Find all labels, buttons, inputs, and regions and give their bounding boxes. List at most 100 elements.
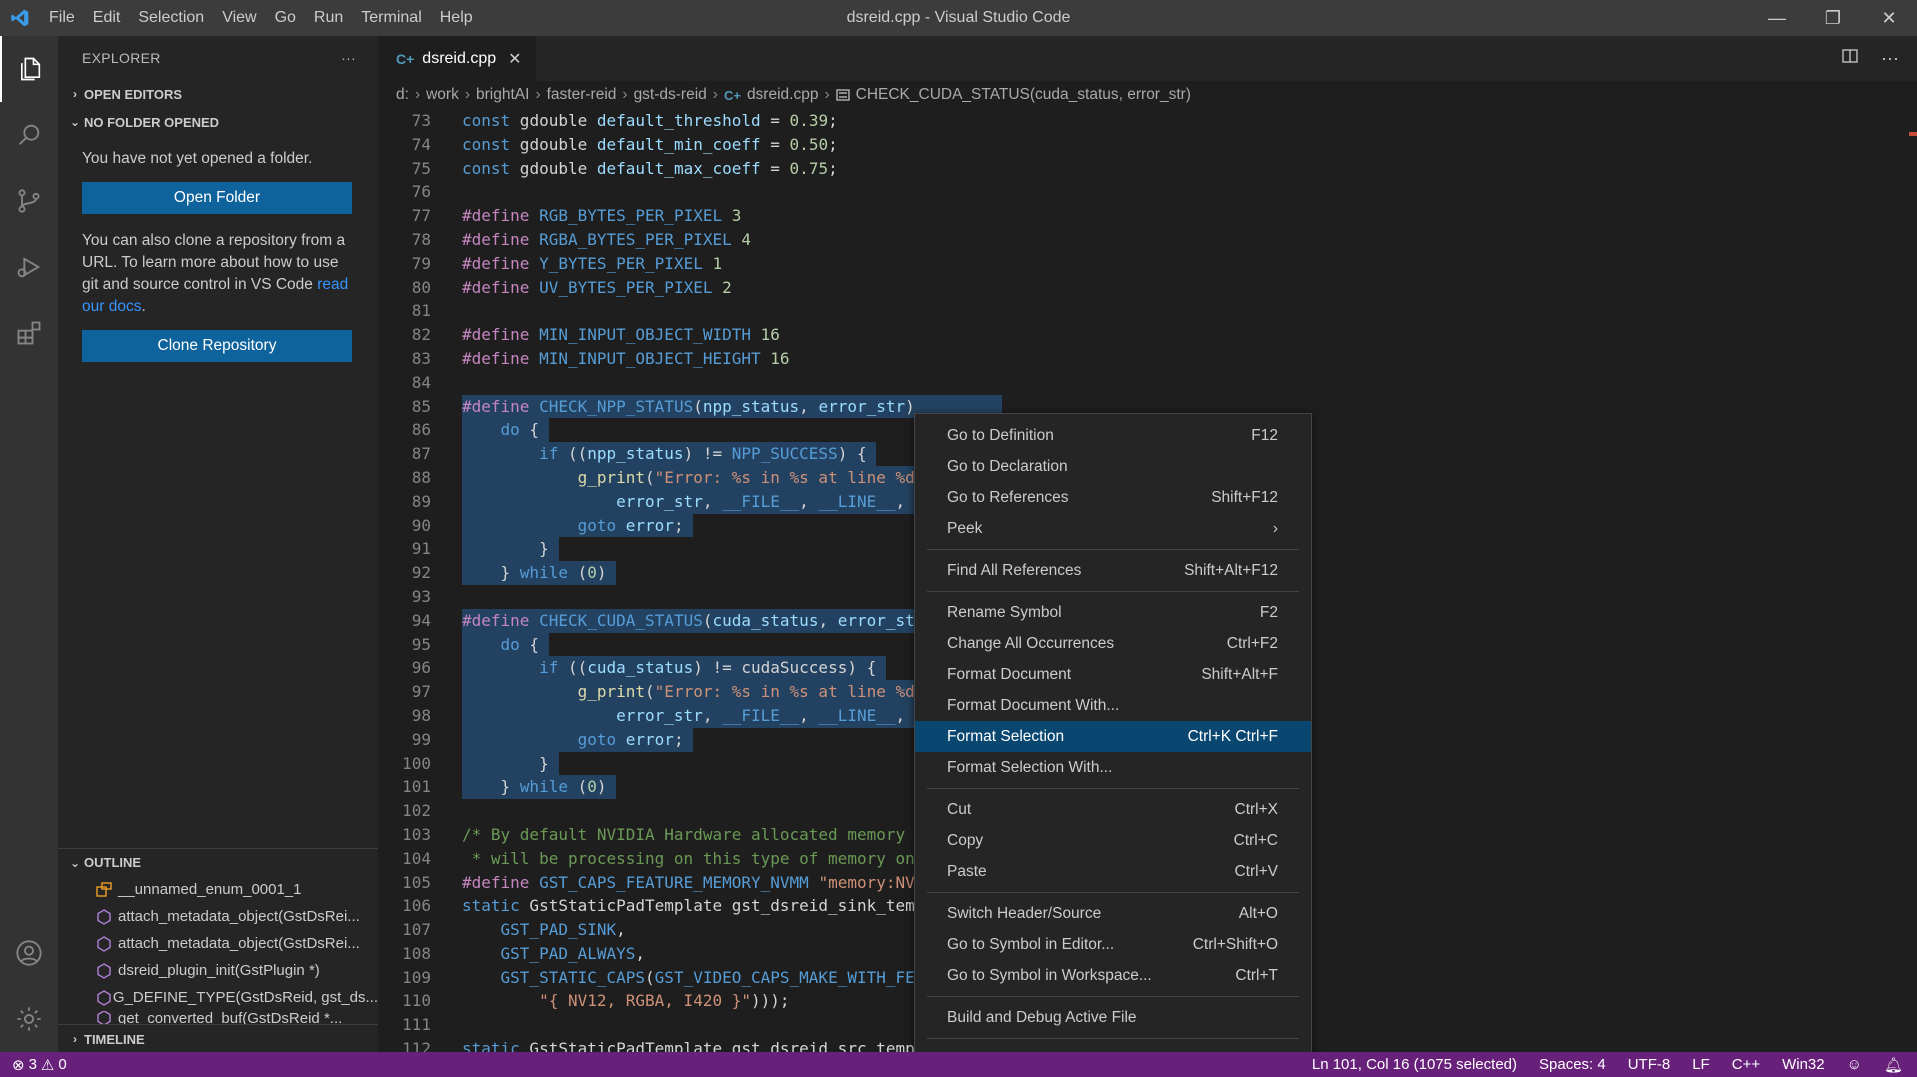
tab-dsreid-cpp[interactable]: C+ dsreid.cpp ✕ — [378, 36, 536, 81]
activity-bar — [0, 36, 58, 1052]
breadcrumb-item[interactable]: d: — [396, 86, 409, 104]
run-debug-icon[interactable] — [0, 234, 58, 300]
code-line[interactable]: 79 #define Y_BYTES_PER_PIXEL 1 — [378, 252, 1917, 276]
menu-item-cut[interactable]: Cut Ctrl+X — [915, 794, 1311, 825]
split-editor-icon[interactable] — [1841, 47, 1859, 70]
outline-item-label: attach_metadata_object(GstDsRei... — [118, 908, 360, 925]
code-line[interactable]: 80 #define UV_BYTES_PER_PIXEL 2 — [378, 276, 1917, 300]
chevron-right-icon: › — [414, 86, 421, 103]
breadcrumb-item[interactable]: CHECK_CUDA_STATUS(cuda_status, error_str… — [856, 86, 1191, 104]
menu-view[interactable]: View — [213, 0, 265, 36]
outline-header[interactable]: ⌄ OUTLINE — [58, 848, 378, 876]
method-icon — [96, 1011, 118, 1025]
indentation[interactable]: Spaces: 4 — [1539, 1056, 1606, 1073]
extensions-icon[interactable] — [0, 300, 58, 366]
outline-item[interactable]: G_DEFINE_TYPE(GstDsReid, gst_ds... — [58, 984, 378, 1011]
close-button[interactable]: ✕ — [1861, 0, 1917, 36]
menu-item-go-to-symbol-in-workspace[interactable]: Go to Symbol in Workspace... Ctrl+T — [915, 960, 1311, 991]
line-text: GST_PAD_SINK, — [500, 920, 626, 940]
more-actions-icon[interactable]: ··· — [341, 50, 356, 66]
menu-item-format-document[interactable]: Format Document Shift+Alt+F — [915, 659, 1311, 690]
code-line[interactable]: 83 #define MIN_INPUT_OBJECT_HEIGHT 16 — [378, 347, 1917, 371]
menu-item-go-to-symbol-in-editor[interactable]: Go to Symbol in Editor... Ctrl+Shift+O — [915, 929, 1311, 960]
cursor-position[interactable]: Ln 101, Col 16 (1075 selected) — [1312, 1056, 1517, 1073]
no-folder-section[interactable]: ⌄ NO FOLDER OPENED — [58, 108, 378, 136]
menu-item-go-to-references[interactable]: Go to References Shift+F12 — [915, 482, 1311, 513]
line-number: 78 — [411, 229, 431, 249]
menu-item-build-and-debug-active-file[interactable]: Build and Debug Active File — [915, 1002, 1311, 1033]
search-icon[interactable] — [0, 102, 58, 168]
menu-help[interactable]: Help — [431, 0, 482, 36]
menu-item-format-selection-with[interactable]: Format Selection With... — [915, 752, 1311, 783]
menu-file[interactable]: File — [40, 0, 84, 36]
error-icon: ⊗ — [12, 1056, 25, 1074]
more-actions-icon[interactable]: ··· — [1881, 48, 1899, 69]
explorer-icon[interactable] — [0, 36, 58, 102]
feedback-icon[interactable]: ☺ — [1847, 1056, 1862, 1073]
menu-item-peek[interactable]: Peek › — [915, 513, 1311, 544]
code-line[interactable]: 78 #define RGBA_BYTES_PER_PIXEL 4 — [378, 228, 1917, 252]
menu-item-format-selection[interactable]: Format Selection Ctrl+K Ctrl+F — [915, 721, 1311, 752]
code-line[interactable]: 73 const gdouble default_threshold = 0.39… — [378, 109, 1917, 133]
menu-item-change-all-occurrences[interactable]: Change All Occurrences Ctrl+F2 — [915, 628, 1311, 659]
menu-edit[interactable]: Edit — [84, 0, 130, 36]
line-number: 84 — [411, 372, 431, 392]
language-mode[interactable]: C++ — [1732, 1056, 1760, 1073]
breadcrumb-item[interactable]: faster-reid — [547, 86, 617, 104]
outline-item[interactable]: __unnamed_enum_0001_1 — [58, 876, 378, 903]
notifications-bell-icon[interactable]: 🔔︎ — [1884, 1056, 1903, 1074]
breadcrumb-item[interactable]: gst-ds-reid — [634, 86, 707, 104]
restore-button[interactable]: ❐ — [1805, 0, 1861, 36]
minimize-button[interactable]: — — [1749, 0, 1805, 36]
breadcrumb-item[interactable]: work — [426, 86, 459, 104]
menu-item-format-document-with[interactable]: Format Document With... — [915, 690, 1311, 721]
chevron-right-icon: › — [712, 86, 718, 103]
line-text: goto error; — [577, 729, 684, 749]
code-line[interactable]: 74 const gdouble default_min_coeff = 0.50… — [378, 133, 1917, 157]
breadcrumb-item[interactable]: dsreid.cpp — [747, 86, 819, 104]
outline-item[interactable]: get_converted_buf(GstDsReid *... — [58, 1011, 378, 1025]
menu-terminal[interactable]: Terminal — [352, 0, 430, 36]
code-line[interactable]: 81 — [378, 299, 1917, 323]
outline-item[interactable]: attach_metadata_object(GstDsRei... — [58, 903, 378, 930]
menu-selection[interactable]: Selection — [129, 0, 213, 36]
code-line[interactable]: 77 #define RGB_BYTES_PER_PIXEL 3 — [378, 204, 1917, 228]
menu-item-switch-header-source[interactable]: Switch Header/Source Alt+O — [915, 898, 1311, 929]
timeline-header[interactable]: › TIMELINE — [58, 1025, 378, 1053]
line-number: 75 — [411, 158, 431, 178]
menu-run[interactable]: Run — [305, 0, 352, 36]
problems-indicator[interactable]: ⊗ 3 ⚠ 0 — [0, 1056, 67, 1074]
code-line[interactable]: 84 — [378, 371, 1917, 395]
menu-item-label: Go to Symbol in Workspace... — [947, 966, 1152, 984]
encoding[interactable]: UTF-8 — [1628, 1056, 1671, 1073]
account-icon[interactable] — [0, 920, 58, 986]
outline-item[interactable]: dsreid_plugin_init(GstPlugin *) — [58, 957, 378, 984]
end-of-line[interactable]: LF — [1692, 1056, 1710, 1073]
platform[interactable]: Win32 — [1782, 1056, 1825, 1073]
open-folder-button[interactable]: Open Folder — [82, 182, 352, 214]
code-line[interactable]: 76 — [378, 180, 1917, 204]
line-text: } while (0) — [462, 777, 607, 797]
clone-repository-button[interactable]: Clone Repository — [82, 330, 352, 362]
menu-item-copy[interactable]: Copy Ctrl+C — [915, 825, 1311, 856]
cpp-file-icon: C+ — [396, 50, 415, 67]
menu-item-go-to-definition[interactable]: Go to Definition F12 — [915, 420, 1311, 451]
outline-item[interactable]: attach_metadata_object(GstDsRei... — [58, 930, 378, 957]
menu-item-label: Cut — [947, 800, 972, 818]
line-number: 102 — [402, 801, 431, 821]
open-editors-section[interactable]: › OPEN EDITORS — [58, 80, 378, 108]
symbol-macro-icon — [836, 89, 850, 101]
menu-item-find-all-references[interactable]: Find All References Shift+Alt+F12 — [915, 555, 1311, 586]
source-control-icon[interactable] — [0, 168, 58, 234]
chevron-right-icon: › — [73, 87, 77, 101]
menu-item-paste[interactable]: Paste Ctrl+V — [915, 856, 1311, 887]
menu-go[interactable]: Go — [266, 0, 305, 36]
code-line[interactable]: 75 const gdouble default_max_coeff = 0.75… — [378, 157, 1917, 181]
line-text: if ((cuda_status) != cudaSuccess) { — [539, 658, 877, 678]
menu-item-go-to-declaration[interactable]: Go to Declaration — [915, 451, 1311, 482]
breadcrumb-item[interactable]: brightAI — [476, 86, 529, 104]
menu-item-rename-symbol[interactable]: Rename Symbol F2 — [915, 597, 1311, 628]
settings-gear-icon[interactable] — [0, 986, 58, 1052]
code-line[interactable]: 82 #define MIN_INPUT_OBJECT_WIDTH 16 — [378, 323, 1917, 347]
close-tab-icon[interactable]: ✕ — [508, 49, 521, 69]
